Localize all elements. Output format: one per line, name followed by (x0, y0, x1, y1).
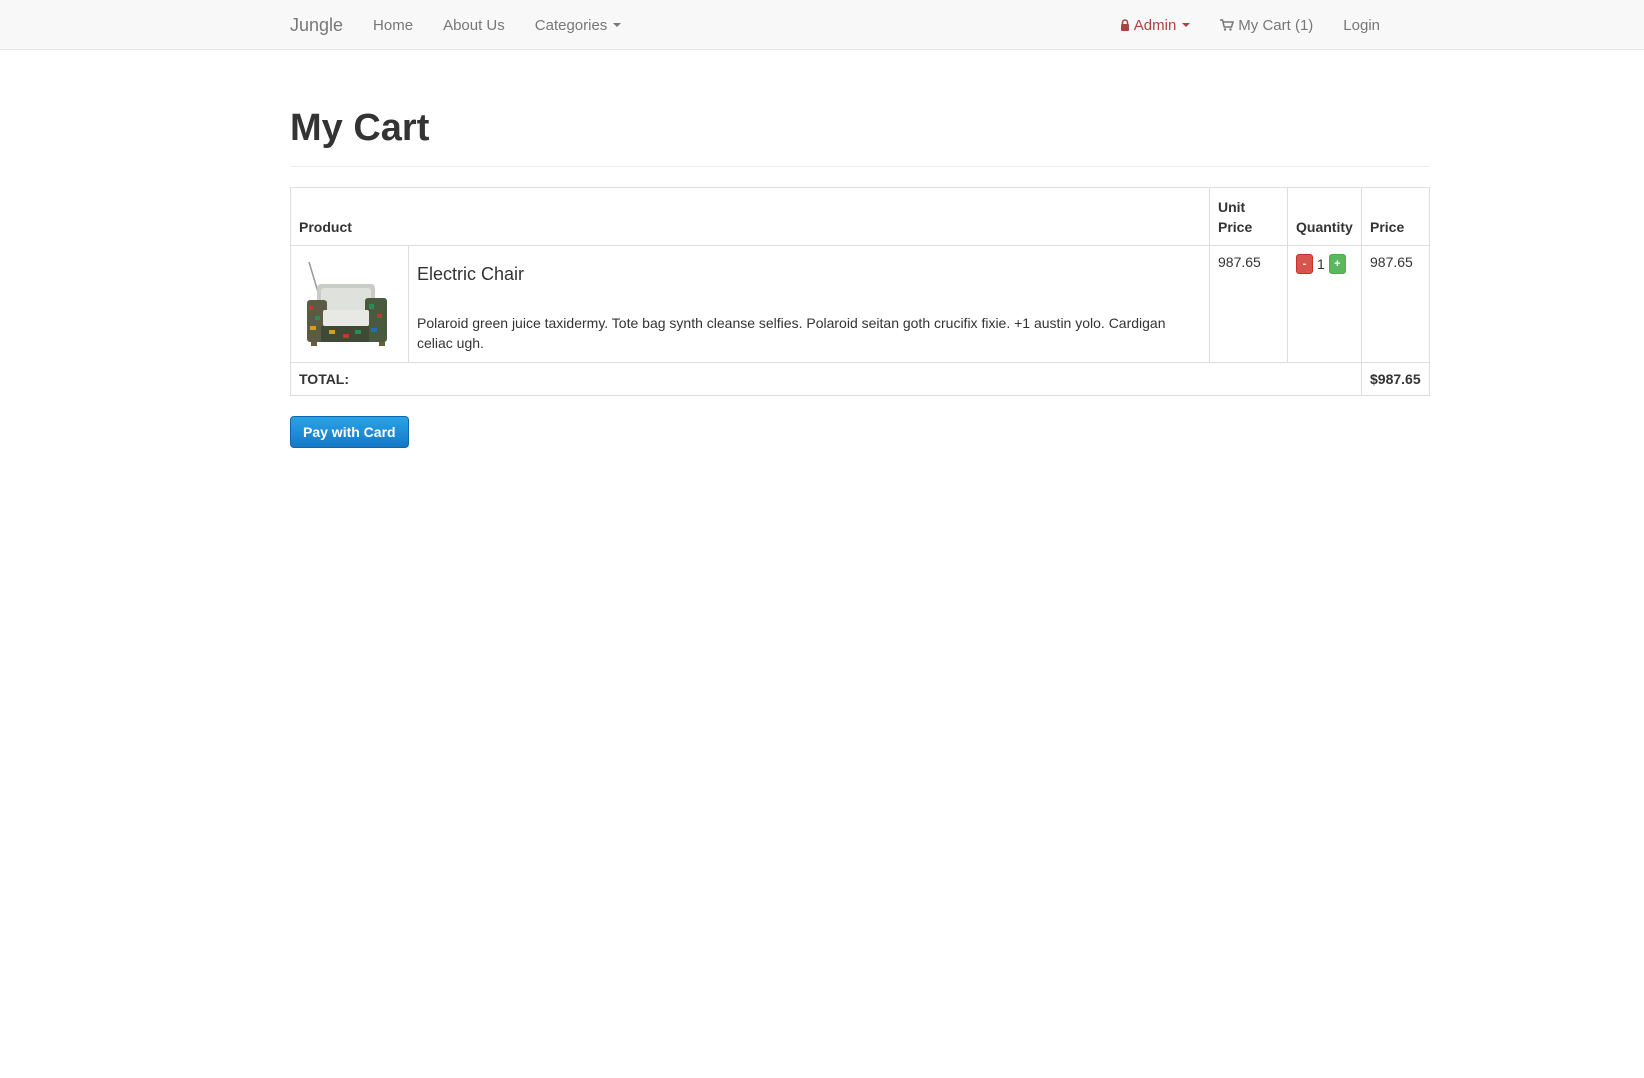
nav-cart-label: My Cart (1) (1238, 16, 1314, 34)
quantity-cell: - 1 + (1287, 244, 1362, 363)
increase-quantity-button[interactable]: + (1328, 253, 1346, 274)
navbar: Jungle Home About Us Categories Admin My… (0, 0, 1644, 50)
nav-about[interactable]: About Us (443, 17, 505, 34)
product-thumbnail[interactable] (299, 253, 399, 354)
unit-price-cell: 987.65 (1209, 244, 1288, 363)
header-product: Product (290, 186, 1210, 246)
nav-cart[interactable]: My Cart (1) (1220, 17, 1313, 34)
lock-icon (1120, 19, 1129, 31)
decrease-quantity-button[interactable]: - (1296, 253, 1313, 274)
total-label: TOTAL: (290, 361, 1362, 396)
header-quantity: Quantity (1287, 186, 1362, 246)
brand-link[interactable]: Jungle (290, 15, 343, 36)
nav-right: Admin My Cart (1) Login (1090, 17, 1380, 34)
nav-categories-dropdown[interactable]: Categories (535, 17, 622, 34)
total-value: $987.65 (1361, 361, 1430, 396)
product-description: Polaroid green juice taxidermy. Tote bag… (417, 314, 1166, 351)
caret-down-icon (613, 23, 622, 27)
header-unit-price: Unit Price (1209, 186, 1288, 246)
total-row: TOTAL: $987.65 (290, 361, 1430, 396)
product-name: Electric Chair (417, 263, 525, 284)
price-cell: 987.65 (1361, 244, 1430, 363)
nav-home[interactable]: Home (373, 17, 413, 34)
cart-table: Product Unit Price Quantity Price Electr… (290, 186, 1430, 396)
pay-with-card-button[interactable]: Pay with Card (290, 415, 409, 448)
nav-admin-label: Admin (1133, 16, 1177, 34)
navbar-inner: Jungle Home About Us Categories Admin My… (290, 0, 1380, 50)
main-content: My Cart Product Unit Price Quantity Pric… (290, 50, 1430, 448)
quantity-value: 1 (1317, 255, 1325, 272)
table-header-row: Product Unit Price Quantity Price (290, 186, 1430, 246)
nav-categories-label: Categories (534, 16, 608, 34)
quantity-stepper: - 1 + (1296, 253, 1353, 274)
header-price: Price (1361, 186, 1430, 246)
shopping-cart-icon (1220, 19, 1235, 31)
product-info-cell: Electric Chair Polaroid green juice taxi… (408, 244, 1210, 363)
nav-login[interactable]: Login (1343, 17, 1380, 34)
product-image-cell (290, 244, 409, 363)
caret-down-icon (1182, 23, 1191, 27)
page-title: My Cart (290, 107, 1430, 167)
nav-admin-dropdown[interactable]: Admin (1120, 17, 1191, 34)
table-row: Electric Chair Polaroid green juice taxi… (290, 244, 1430, 363)
